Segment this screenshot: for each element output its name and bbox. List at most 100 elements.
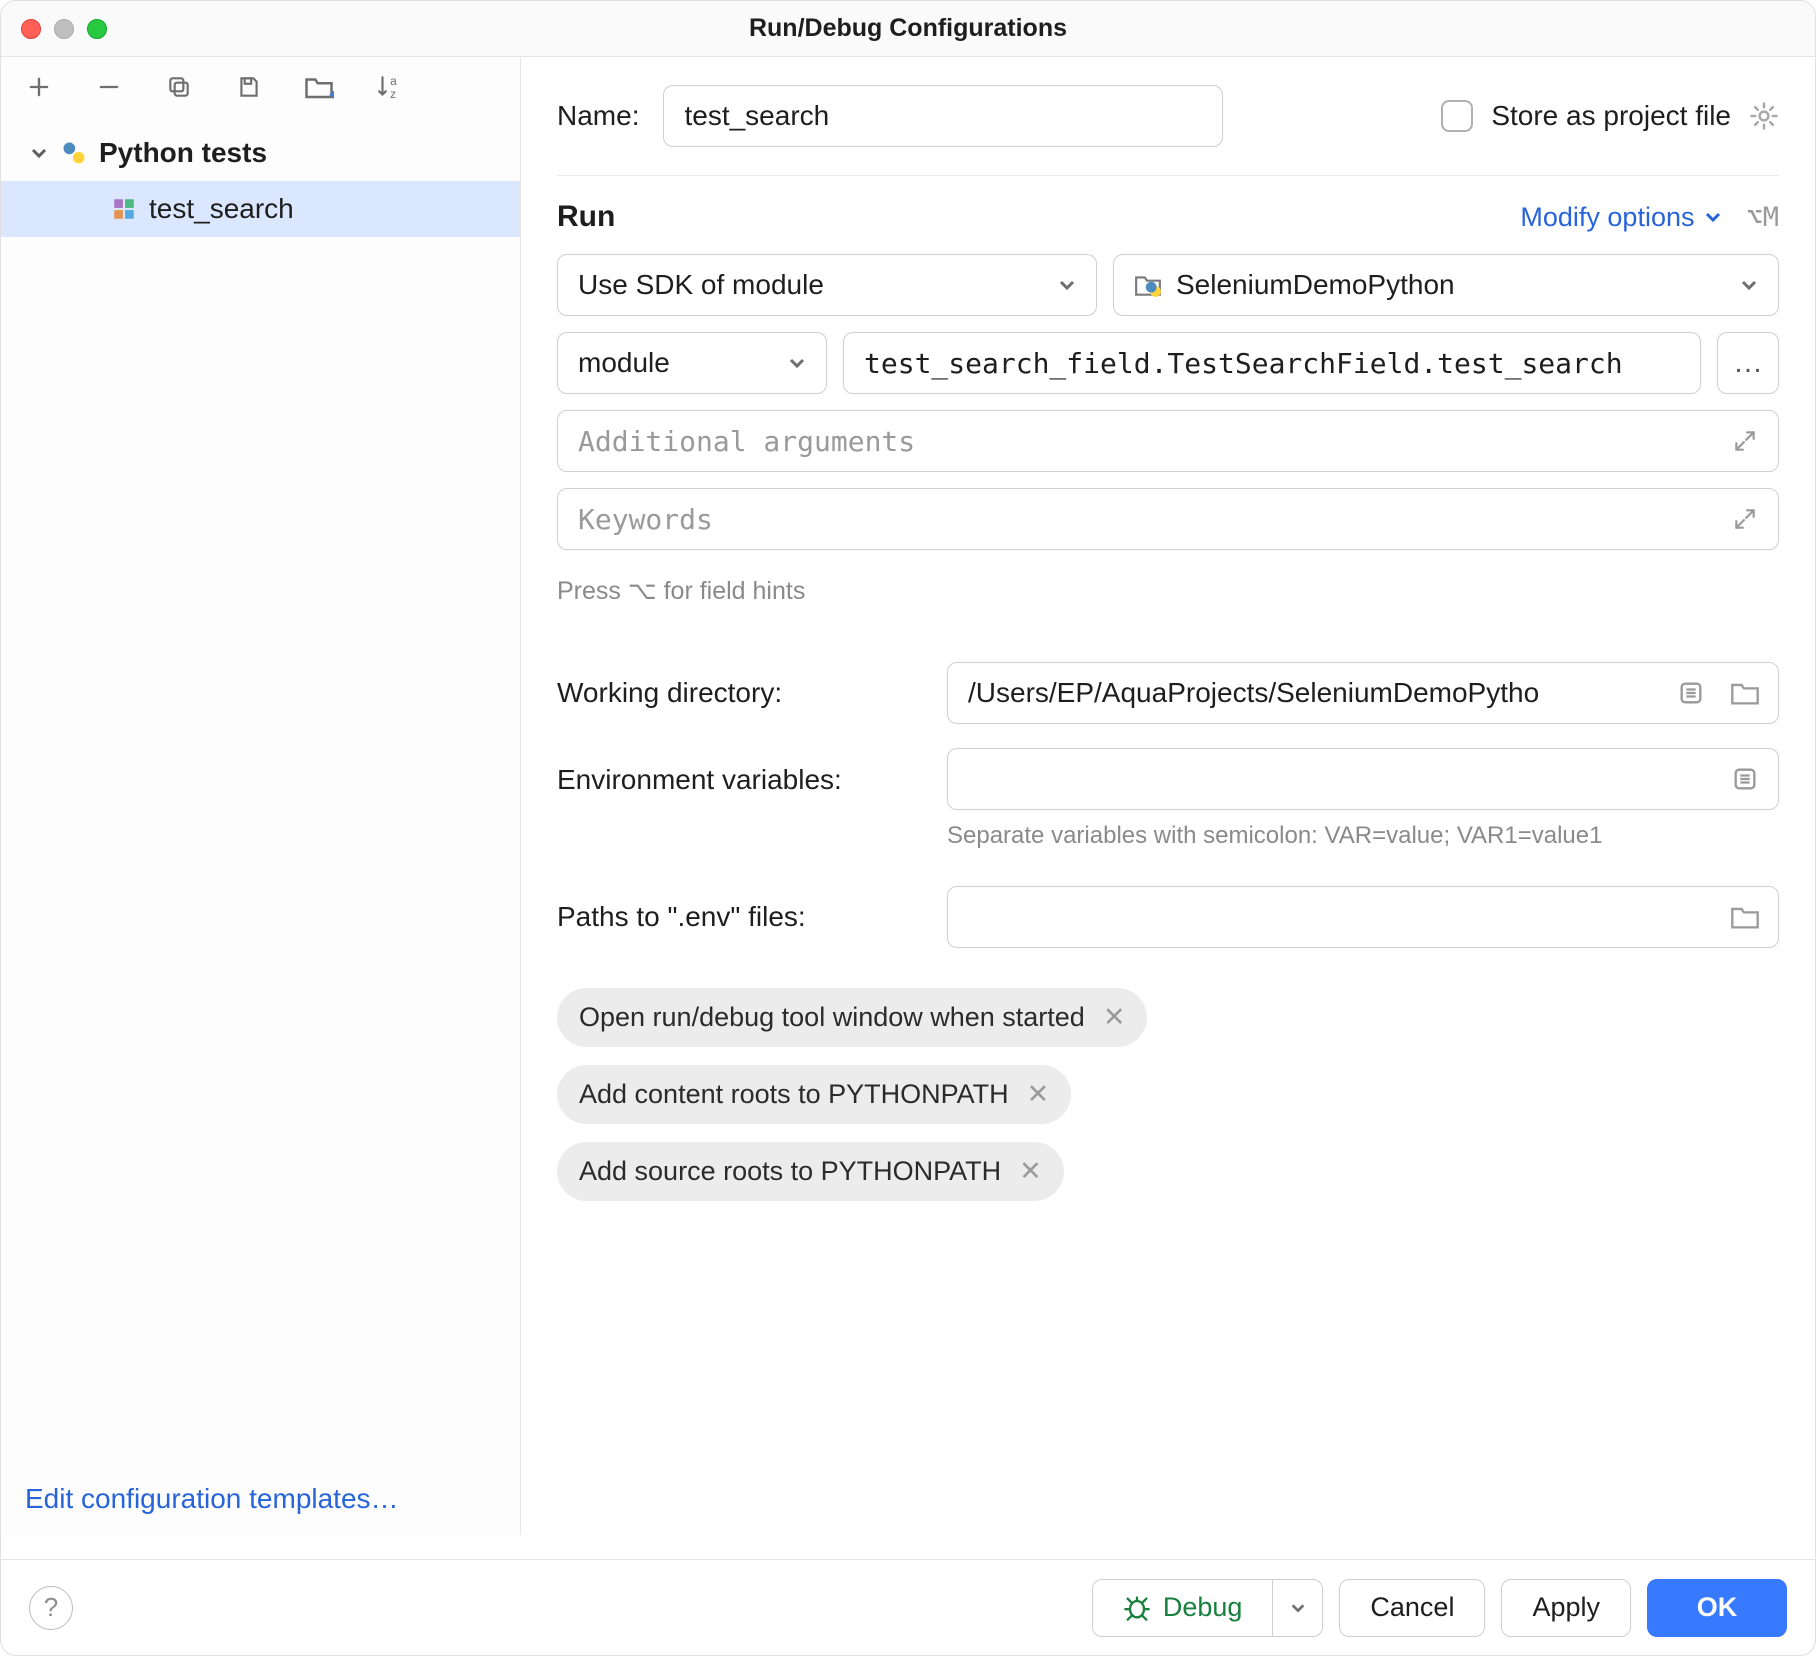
- expand-icon[interactable]: [1732, 506, 1758, 532]
- save-config-button[interactable]: [229, 67, 269, 107]
- folder-icon[interactable]: [1727, 675, 1763, 711]
- tree-item-label: test_search: [149, 193, 294, 225]
- workdir-input[interactable]: [947, 662, 1779, 724]
- window: Run/Debug Configurations +: [0, 0, 1816, 1656]
- titlebar: Run/Debug Configurations: [1, 1, 1815, 57]
- target-kind-value: module: [578, 347, 670, 379]
- list-icon[interactable]: [1673, 675, 1709, 711]
- name-input[interactable]: [663, 85, 1223, 147]
- add-config-button[interactable]: [19, 67, 59, 107]
- module-select-left: SeleniumDemoPython: [1134, 269, 1455, 301]
- pytest-icon: [109, 194, 139, 224]
- tree-group-python-tests[interactable]: Python tests: [1, 125, 520, 181]
- envfiles-field: [947, 886, 1779, 948]
- sidebar: + az Python tests: [1, 57, 521, 1535]
- help-button[interactable]: ?: [29, 1586, 73, 1630]
- cancel-label: Cancel: [1370, 1592, 1454, 1623]
- target-value-input[interactable]: [843, 332, 1701, 394]
- workdir-label: Working directory:: [557, 677, 927, 709]
- envfiles-label: Paths to ".env" files:: [557, 901, 927, 933]
- close-icon[interactable]: ✕: [1019, 1156, 1042, 1187]
- tree-item-test-search[interactable]: test_search: [1, 181, 520, 237]
- workdir-row: Working directory:: [557, 662, 1779, 724]
- body: + az Python tests: [1, 57, 1815, 1535]
- folder-python-icon: [1134, 273, 1162, 297]
- module-value: SeleniumDemoPython: [1176, 269, 1455, 301]
- debug-dropdown-button[interactable]: [1273, 1579, 1323, 1637]
- chip-source-roots[interactable]: Add source roots to PYTHONPATH ✕: [557, 1142, 1064, 1201]
- sort-button[interactable]: az: [369, 67, 409, 107]
- chip-label: Open run/debug tool window when started: [579, 1002, 1085, 1033]
- edit-templates-link[interactable]: Edit configuration templates…: [25, 1483, 399, 1514]
- env-field: Separate variables with semicolon: VAR=v…: [947, 748, 1779, 810]
- chevron-down-icon: [29, 143, 49, 163]
- env-input[interactable]: [947, 748, 1779, 810]
- modify-options-link[interactable]: Modify options: [1520, 202, 1722, 233]
- sdk-row: Use SDK of module SeleniumDemoPython: [557, 254, 1779, 316]
- debug-label: Debug: [1163, 1592, 1243, 1623]
- debug-button[interactable]: Debug: [1092, 1579, 1274, 1637]
- additional-args-input[interactable]: Additional arguments: [557, 410, 1779, 472]
- chevron-down-icon: [1704, 208, 1722, 226]
- target-more-button[interactable]: …: [1717, 332, 1779, 394]
- ok-label: OK: [1697, 1592, 1738, 1623]
- name-label: Name:: [557, 100, 639, 132]
- workdir-field: [947, 662, 1779, 724]
- chip-label: Add source roots to PYTHONPATH: [579, 1156, 1001, 1187]
- env-hint: Separate variables with semicolon: VAR=v…: [947, 822, 1779, 850]
- envfiles-input[interactable]: [947, 886, 1779, 948]
- divider: [557, 175, 1779, 176]
- sdk-mode-select[interactable]: Use SDK of module: [557, 254, 1097, 316]
- section-title: Run: [557, 200, 615, 234]
- sdk-mode-value: Use SDK of module: [578, 269, 824, 301]
- svg-text:+: +: [329, 87, 334, 101]
- tree-group-label: Python tests: [99, 137, 267, 169]
- close-icon[interactable]: ✕: [1103, 1002, 1126, 1033]
- list-icon[interactable]: [1727, 761, 1763, 797]
- debug-split-button: Debug: [1092, 1579, 1324, 1637]
- python-tests-icon: [59, 138, 89, 168]
- store-project-file-checkbox[interactable]: [1441, 100, 1473, 132]
- env-label: Environment variables:: [557, 748, 927, 796]
- main-panel: Name: Store as project file Run Modify o…: [521, 57, 1815, 1535]
- keywords-placeholder: Keywords: [578, 503, 713, 536]
- bug-icon: [1123, 1594, 1151, 1622]
- folder-icon[interactable]: [1727, 899, 1763, 935]
- window-title: Run/Debug Configurations: [1, 14, 1815, 43]
- sidebar-toolbar: + az: [1, 57, 520, 117]
- section-header: Run Modify options ⌥M: [557, 200, 1779, 234]
- store-project-file: Store as project file: [1441, 100, 1779, 132]
- close-icon[interactable]: ✕: [1027, 1079, 1050, 1110]
- svg-text:z: z: [390, 87, 396, 101]
- envfiles-row: Paths to ".env" files:: [557, 886, 1779, 948]
- additional-args-row: Additional arguments: [557, 410, 1779, 472]
- dialog-footer: ? Debug Cancel Apply OK: [1, 1559, 1815, 1655]
- sidebar-footer: Edit configuration templates…: [1, 1463, 520, 1535]
- chip-open-tool-window[interactable]: Open run/debug tool window when started …: [557, 988, 1147, 1047]
- apply-button[interactable]: Apply: [1501, 1579, 1631, 1637]
- env-row: Environment variables: Separate variable…: [557, 748, 1779, 810]
- chevron-down-icon: [788, 354, 806, 372]
- copy-config-button[interactable]: [159, 67, 199, 107]
- field-hints: Press ⌥ for field hints: [557, 576, 1779, 606]
- remove-config-button[interactable]: [89, 67, 129, 107]
- keywords-input[interactable]: Keywords: [557, 488, 1779, 550]
- chevron-down-icon: [1290, 1600, 1306, 1616]
- expand-icon[interactable]: [1732, 428, 1758, 454]
- config-tree: Python tests test_search: [1, 117, 520, 245]
- apply-label: Apply: [1532, 1592, 1600, 1623]
- chip-content-roots[interactable]: Add content roots to PYTHONPATH ✕: [557, 1065, 1071, 1124]
- gear-icon[interactable]: [1749, 101, 1779, 131]
- target-kind-select[interactable]: module: [557, 332, 827, 394]
- store-project-file-label: Store as project file: [1491, 100, 1731, 132]
- modify-options-shortcut: ⌥M: [1746, 202, 1779, 233]
- module-select[interactable]: SeleniumDemoPython: [1113, 254, 1779, 316]
- cancel-button[interactable]: Cancel: [1339, 1579, 1485, 1637]
- ok-button[interactable]: OK: [1647, 1579, 1787, 1637]
- move-to-folder-button[interactable]: +: [299, 67, 339, 107]
- run-grid: Use SDK of module SeleniumDemoPython: [557, 254, 1779, 948]
- name-row: Name: Store as project file: [557, 85, 1779, 147]
- additional-args-placeholder: Additional arguments: [578, 425, 915, 458]
- chevron-down-icon: [1058, 276, 1076, 294]
- target-row: module …: [557, 332, 1779, 394]
